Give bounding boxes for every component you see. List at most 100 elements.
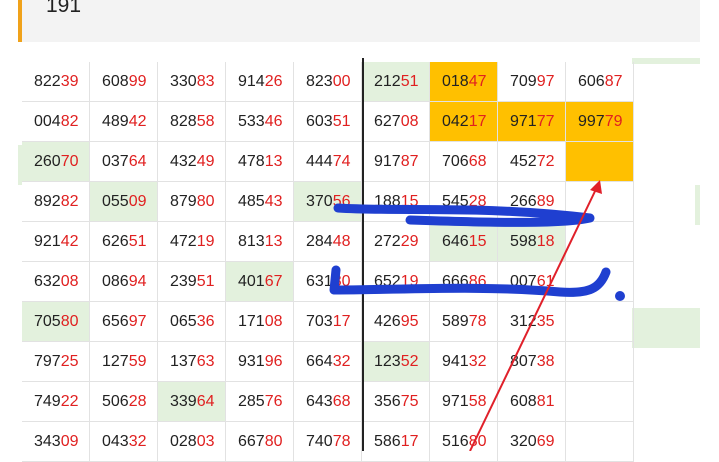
cell-digits-tail: 80: [196, 193, 215, 210]
cell-digits-head: 631: [306, 273, 333, 290]
grid-cell: 27229: [362, 222, 430, 262]
cell-digits-head: 608: [102, 73, 129, 90]
grid-cell: 40167: [226, 262, 294, 302]
grid-cell: 97177: [498, 102, 566, 142]
grid-cell: 94132: [430, 342, 498, 382]
cell-digits-tail: 70: [60, 153, 79, 170]
cell-digits-head: 472: [170, 233, 197, 250]
cell-digits-head: 266: [510, 193, 537, 210]
grid-cell: 47219: [158, 222, 226, 262]
cell-digits-head: 339: [170, 393, 197, 410]
grid-cell: 37056: [294, 182, 362, 222]
cell-digits-tail: 61: [536, 273, 555, 290]
grid-cell: 06536: [158, 302, 226, 342]
grid-cell: 66686: [430, 262, 498, 302]
grid-cell: 26070: [22, 142, 90, 182]
grid-cell: 28448: [294, 222, 362, 262]
grid-cell: [566, 222, 634, 262]
cell-digits-head: 971: [442, 393, 469, 410]
cell-digits-tail: 17: [468, 113, 487, 130]
grid-cell: 60687: [566, 62, 634, 102]
cell-digits-tail: 22: [60, 393, 79, 410]
cell-digits-head: 703: [306, 313, 333, 330]
cell-digits-head: 646: [442, 233, 469, 250]
cell-digits-tail: 17: [400, 433, 419, 450]
grid-cell: [566, 302, 634, 342]
cell-digits-head: 028: [170, 433, 197, 450]
cell-digits-head: 666: [442, 273, 469, 290]
cell-digits-head: 055: [102, 193, 129, 210]
cell-digits-tail: 19: [196, 233, 215, 250]
cell-digits-head: 312: [510, 313, 537, 330]
grid-cell: 33964: [158, 382, 226, 422]
grid-cell: 92142: [22, 222, 90, 262]
cell-digits-head: 931: [238, 353, 265, 370]
cell-digits-head: 971: [510, 113, 537, 130]
grid-cell: 79725: [22, 342, 90, 382]
cell-digits-tail: 36: [196, 313, 215, 330]
cell-digits-tail: 58: [468, 393, 487, 410]
grid-cell: 64615: [430, 222, 498, 262]
grid-cell: 48942: [90, 102, 158, 142]
grid-cell: 53346: [226, 102, 294, 142]
cell-digits-tail: 18: [536, 233, 555, 250]
cell-digits-head: 545: [442, 193, 469, 210]
cell-digits-tail: 49: [196, 153, 215, 170]
cell-digits-tail: 35: [536, 313, 555, 330]
grid-cell: 58617: [362, 422, 430, 462]
grid-cell: 54528: [430, 182, 498, 222]
cell-digits-tail: 59: [128, 353, 147, 370]
grid-cell: 70668: [430, 142, 498, 182]
cell-digits-tail: 95: [400, 313, 419, 330]
cell-digits-head: 284: [306, 233, 333, 250]
grid-cell: 35675: [362, 382, 430, 422]
grid-cell: [566, 342, 634, 382]
grid-cell: 74922: [22, 382, 90, 422]
cell-digits-head: 127: [102, 353, 129, 370]
cell-digits-tail: 76: [264, 393, 283, 410]
cell-digits-head: 589: [442, 313, 469, 330]
cell-digits-tail: 64: [128, 153, 147, 170]
cell-digits-tail: 17: [332, 313, 351, 330]
grid-cell: 01847: [430, 62, 498, 102]
cell-digits-head: 664: [306, 353, 333, 370]
grid-cell: 47813: [226, 142, 294, 182]
cell-digits-tail: 87: [604, 73, 623, 90]
cell-digits-head: 941: [442, 353, 469, 370]
grid-cell: 50628: [90, 382, 158, 422]
cell-digits-head: 586: [374, 433, 401, 450]
cell-digits-head: 485: [238, 193, 265, 210]
cell-digits-tail: 94: [128, 273, 147, 290]
grid-cell: 28576: [226, 382, 294, 422]
cell-digits-tail: 80: [264, 433, 283, 450]
grid-cell: 43249: [158, 142, 226, 182]
cell-digits-tail: 38: [536, 353, 555, 370]
cell-digits-head: 330: [170, 73, 197, 90]
cell-digits-tail: 29: [400, 233, 419, 250]
cell-digits-tail: 15: [468, 233, 487, 250]
cell-digits-head: 997: [578, 113, 605, 130]
cell-digits-head: 042: [442, 113, 469, 130]
cell-digits-tail: 39: [60, 73, 79, 90]
grid-cell: 13763: [158, 342, 226, 382]
cell-digits-head: 356: [374, 393, 401, 410]
cell-digits-head: 823: [306, 73, 333, 90]
grid-cell: 93196: [226, 342, 294, 382]
cell-digits-tail: 79: [604, 113, 623, 130]
column-divider: [362, 58, 364, 451]
cell-digits-head: 608: [510, 393, 537, 410]
cell-digits-head: 432: [170, 153, 197, 170]
cell-digits-head: 807: [510, 353, 537, 370]
cell-digits-tail: 28: [128, 393, 147, 410]
grid-cell: 58978: [430, 302, 498, 342]
cell-digits-head: 123: [374, 353, 401, 370]
cell-digits-head: 171: [238, 313, 265, 330]
cell-digits-tail: 80: [60, 313, 79, 330]
cell-digits-tail: 08: [60, 273, 79, 290]
grid-cell: 91787: [362, 142, 430, 182]
cell-digits-head: 343: [34, 433, 61, 450]
cell-digits-tail: 72: [536, 153, 555, 170]
cell-digits-tail: 80: [468, 433, 487, 450]
cell-digits-tail: 56: [332, 193, 351, 210]
grid-cell: 66432: [294, 342, 362, 382]
